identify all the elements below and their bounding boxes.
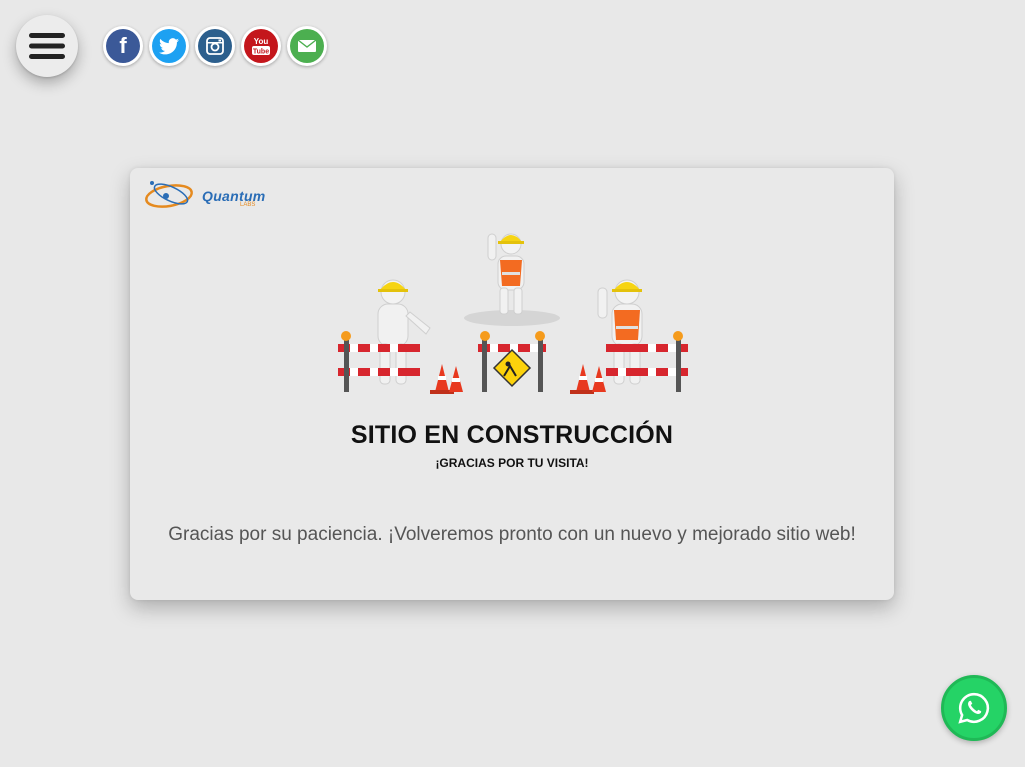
hamburger-icon <box>29 33 65 59</box>
quantum-logo-icon <box>145 181 193 208</box>
email-link[interactable] <box>287 26 327 66</box>
menu-button[interactable] <box>16 15 78 77</box>
instagram-link[interactable] <box>195 26 235 66</box>
logo-subtext: LABS <box>240 202 256 208</box>
twitter-icon <box>152 29 186 63</box>
facebook-icon: f <box>106 29 140 63</box>
page-title: SITIO EN CONSTRUCCIÓN <box>350 421 674 449</box>
social-links: f You Tube <box>103 26 327 66</box>
logo-text: Quantum <box>202 188 266 204</box>
whatsapp-button[interactable] <box>941 675 1007 741</box>
under-construction-illustration <box>338 233 688 394</box>
youtube-icon: You Tube <box>244 29 278 63</box>
page: f You Tube Quantum LABS SITIO EN CONSTRU… <box>0 0 1025 767</box>
email-icon <box>290 29 324 63</box>
facebook-link[interactable]: f <box>103 26 143 66</box>
svg-text:Tube: Tube <box>253 49 269 56</box>
youtube-link[interactable]: You Tube <box>241 26 281 66</box>
instagram-icon <box>198 29 232 63</box>
page-subtitle: ¡GRACIAS POR TU VISITA! <box>435 456 589 470</box>
whatsapp-icon <box>958 692 990 724</box>
center-worker <box>487 233 525 315</box>
patience-message: Gracias por su paciencia. ¡Volveremos pr… <box>168 524 856 545</box>
twitter-link[interactable] <box>149 26 189 66</box>
quantum-logo[interactable]: Quantum LABS <box>144 178 266 214</box>
svg-text:You: You <box>254 37 269 46</box>
construction-card: Quantum LABS SITIO EN CONSTRUCCIÓN ¡GRAC… <box>130 168 894 600</box>
